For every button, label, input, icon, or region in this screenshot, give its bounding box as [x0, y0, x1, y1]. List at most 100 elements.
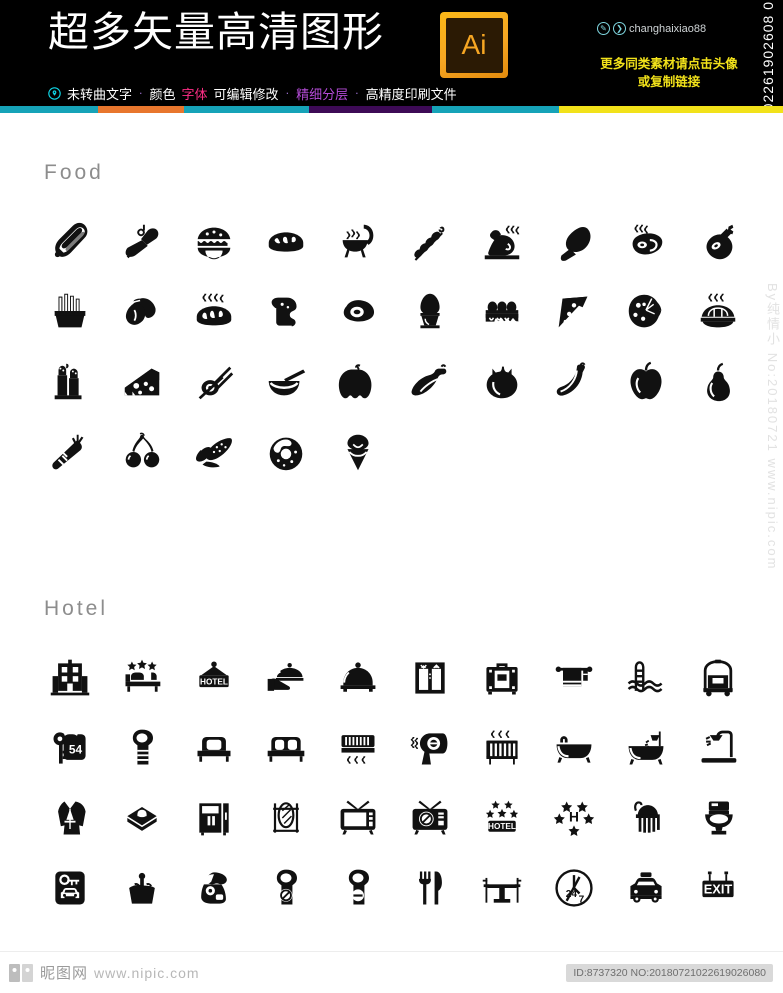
icon-cell-sausage-fork[interactable]	[106, 207, 178, 277]
icon-cell-toilet[interactable]	[682, 783, 754, 853]
icon-cell-french-fries[interactable]	[34, 277, 106, 347]
icon-cell-bathtub-shower[interactable]	[610, 713, 682, 783]
icon-cell-egg-carton[interactable]	[466, 277, 538, 347]
icon-cell-swimming-pool[interactable]	[610, 643, 682, 713]
icon-cell-ham[interactable]	[682, 207, 754, 277]
icon-cell-sushi-chopsticks[interactable]	[178, 347, 250, 417]
icon-cell-twentyfour-seven[interactable]: 24 7	[538, 853, 610, 923]
icon-cell-privacy-hanger[interactable]	[322, 853, 394, 923]
icon-cell-carrot[interactable]	[34, 417, 106, 487]
icon-cell-shower-head[interactable]	[610, 783, 682, 853]
icon-cell-fried-egg[interactable]	[322, 277, 394, 347]
do-not-disturb-icon	[276, 869, 297, 905]
icon-cell-donut[interactable]	[250, 417, 322, 487]
icon-cell-air-conditioner[interactable]	[322, 713, 394, 783]
promo-banner: 超多矢量高清图形 Ai 未转曲文字 · 颜色 字体 可编辑修改 · 精细分层 ·…	[0, 0, 783, 113]
icon-cell-hotel-sign[interactable]: HOTEL	[178, 643, 250, 713]
tomato-icon	[486, 366, 518, 399]
air-conditioner-icon	[341, 735, 375, 764]
icon-cell-radiator[interactable]	[466, 713, 538, 783]
icon-cell-five-star-h[interactable]: H	[538, 783, 610, 853]
icon-cell-pizza-whole[interactable]	[610, 277, 682, 347]
author-credit[interactable]: ✎ ❯ changhaixiao88	[597, 22, 706, 35]
icon-cell-three-star-bed[interactable]	[106, 643, 178, 713]
icon-cell-bathrobe[interactable]	[34, 783, 106, 853]
icon-cell-chicken-drumstick[interactable]	[538, 207, 610, 277]
icon-cell-tomato[interactable]	[466, 347, 538, 417]
icon-cell-room-service-tray[interactable]	[250, 643, 322, 713]
icon-cell-shower[interactable]	[682, 713, 754, 783]
icon-cell-kebab-skewer[interactable]	[394, 207, 466, 277]
icon-cell-dining-table[interactable]	[466, 853, 538, 923]
icon-cell-soup-bowl[interactable]	[250, 347, 322, 417]
icon-cell-do-not-disturb[interactable]	[250, 853, 322, 923]
pen-circle-icon: ✎	[597, 22, 610, 35]
icon-cell-luggage-cart[interactable]	[682, 643, 754, 713]
icon-cell-exit-sign[interactable]: EXIT	[682, 853, 754, 923]
icon-cell-hair-dryer[interactable]	[394, 713, 466, 783]
steak-icon	[632, 224, 663, 255]
icon-cell-hamburger[interactable]	[178, 207, 250, 277]
soup-bowl-icon	[268, 369, 306, 396]
icon-cell-bell-pepper[interactable]	[322, 347, 394, 417]
bread-loaf-icon	[268, 232, 304, 252]
hotel-sign-text: HOTEL	[200, 677, 228, 686]
icon-cell-steak[interactable]	[610, 207, 682, 277]
icon-cell-banana[interactable]	[538, 347, 610, 417]
icon-cell-salt-pepper[interactable]	[34, 347, 106, 417]
section-title-hotel: Hotel	[44, 597, 109, 620]
icon-cell-pie[interactable]	[682, 277, 754, 347]
icon-cell-bread-loaf[interactable]	[250, 207, 322, 277]
icon-cell-valet-parking[interactable]	[34, 853, 106, 923]
icon-grid-food	[0, 207, 783, 487]
feature-text-4: 可编辑修改	[213, 88, 279, 103]
icon-cell-wardrobe[interactable]	[178, 783, 250, 853]
icon-cell-pear[interactable]	[682, 347, 754, 417]
icon-cell-room-key-54[interactable]: 54	[34, 713, 106, 783]
icon-cell-laundry-basket[interactable]	[106, 853, 178, 923]
clock-7-label: 7	[579, 895, 585, 906]
icon-cell-telephone[interactable]	[178, 853, 250, 923]
icon-cell-service-bell[interactable]	[322, 643, 394, 713]
icon-cell-croissant[interactable]	[106, 277, 178, 347]
icon-cell-elevator[interactable]	[394, 643, 466, 713]
icon-cell-bbq-grill[interactable]	[322, 207, 394, 277]
hotel-five-star-sign-icon: HOTEL	[485, 800, 519, 832]
site-logo[interactable]: 昵图网 www.nipic.com	[0, 961, 200, 985]
icon-cell-fork-knife[interactable]	[394, 853, 466, 923]
icon-cell-single-bed[interactable]	[178, 713, 250, 783]
icon-cell-suitcase[interactable]	[466, 643, 538, 713]
icon-cell-double-bed[interactable]	[250, 713, 322, 783]
icon-cell-bathtub[interactable]	[538, 713, 610, 783]
icon-cell-cheese-wedge[interactable]	[106, 347, 178, 417]
promo-line-1: 更多同类素材请点击头像	[600, 56, 738, 71]
icon-cell-corn[interactable]	[178, 417, 250, 487]
twentyfour-seven-icon: 24 7	[555, 869, 593, 907]
icon-cell-television[interactable]	[322, 783, 394, 853]
icon-cell-towel-rack[interactable]	[538, 643, 610, 713]
icon-cell-egg-cup[interactable]	[394, 277, 466, 347]
icon-cell-toast-bite[interactable]	[250, 277, 322, 347]
icon-cell-roast-chicken[interactable]	[466, 207, 538, 277]
icon-cell-pizza-slice[interactable]	[538, 277, 610, 347]
icon-cell-folded-towel[interactable]	[106, 783, 178, 853]
exit-sign-icon: EXIT	[702, 871, 734, 898]
icon-cell-chili-pepper[interactable]	[394, 347, 466, 417]
telephone-icon	[201, 872, 227, 904]
icon-cell-taxi[interactable]	[610, 853, 682, 923]
ice-cream-cone-icon	[347, 434, 369, 471]
icon-cell-hotdog[interactable]	[34, 207, 106, 277]
chicken-drumstick-icon	[560, 227, 591, 261]
icon-cell-hot-bread[interactable]	[178, 277, 250, 347]
kebab-skewer-icon	[414, 226, 445, 261]
icon-cell-tv-no-signal[interactable]	[394, 783, 466, 853]
icon-cell-cherries[interactable]	[106, 417, 178, 487]
icon-cell-hotel-building[interactable]	[34, 643, 106, 713]
icon-cell-hotel-five-star-sign[interactable]: HOTEL	[466, 783, 538, 853]
feature-dot-2: ·	[285, 87, 290, 100]
icon-cell-vanity-mirror[interactable]	[250, 783, 322, 853]
icon-cell-door-hanger[interactable]	[106, 713, 178, 783]
icon-cell-apple[interactable]	[610, 347, 682, 417]
icon-cell-ice-cream-cone[interactable]	[322, 417, 394, 487]
site-brand-url: www.nipic.com	[94, 964, 200, 981]
